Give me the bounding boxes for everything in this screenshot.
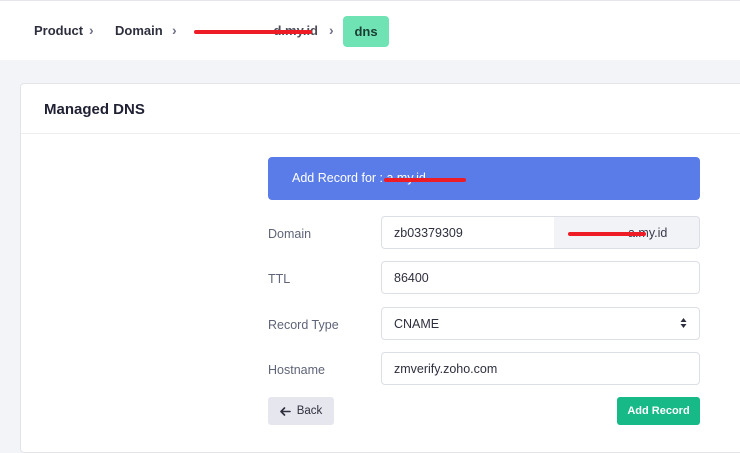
managed-dns-card: Managed DNS Add Record for : a.my.id Dom… (20, 83, 740, 453)
redaction-mark (384, 178, 466, 182)
chevron-right-icon: › (89, 22, 94, 38)
hostname-label: Hostname (268, 363, 325, 377)
domain-field[interactable] (381, 216, 555, 249)
add-record-banner: Add Record for : a.my.id (268, 157, 700, 200)
record-type-label: Record Type (268, 318, 339, 332)
breadcrumb-domain[interactable]: Domain (115, 23, 163, 38)
chevron-right-icon: › (172, 22, 177, 38)
record-type-value: CNAME (381, 307, 700, 340)
breadcrumb: Product › Domain › d.my.id › dns (0, 0, 740, 60)
redaction-mark (568, 232, 646, 236)
chevron-right-icon: › (329, 22, 334, 38)
back-button[interactable]: Back (268, 397, 334, 425)
ttl-label: TTL (268, 272, 291, 286)
breadcrumb-product[interactable]: Product (34, 23, 83, 38)
redaction-mark (194, 30, 312, 34)
add-record-button[interactable]: Add Record (617, 397, 700, 425)
arrow-left-icon (279, 406, 291, 416)
page-title: Managed DNS (44, 101, 145, 118)
hostname-field[interactable] (381, 352, 700, 385)
add-record-button-label: Add Record (627, 405, 690, 417)
ttl-field[interactable] (381, 261, 700, 294)
breadcrumb-dns-current: dns (343, 16, 389, 47)
record-type-select[interactable]: CNAME (381, 307, 700, 340)
card-header: Managed DNS (21, 84, 740, 134)
select-arrows-icon (680, 318, 687, 328)
back-button-label: Back (296, 405, 323, 417)
domain-label: Domain (268, 227, 312, 241)
